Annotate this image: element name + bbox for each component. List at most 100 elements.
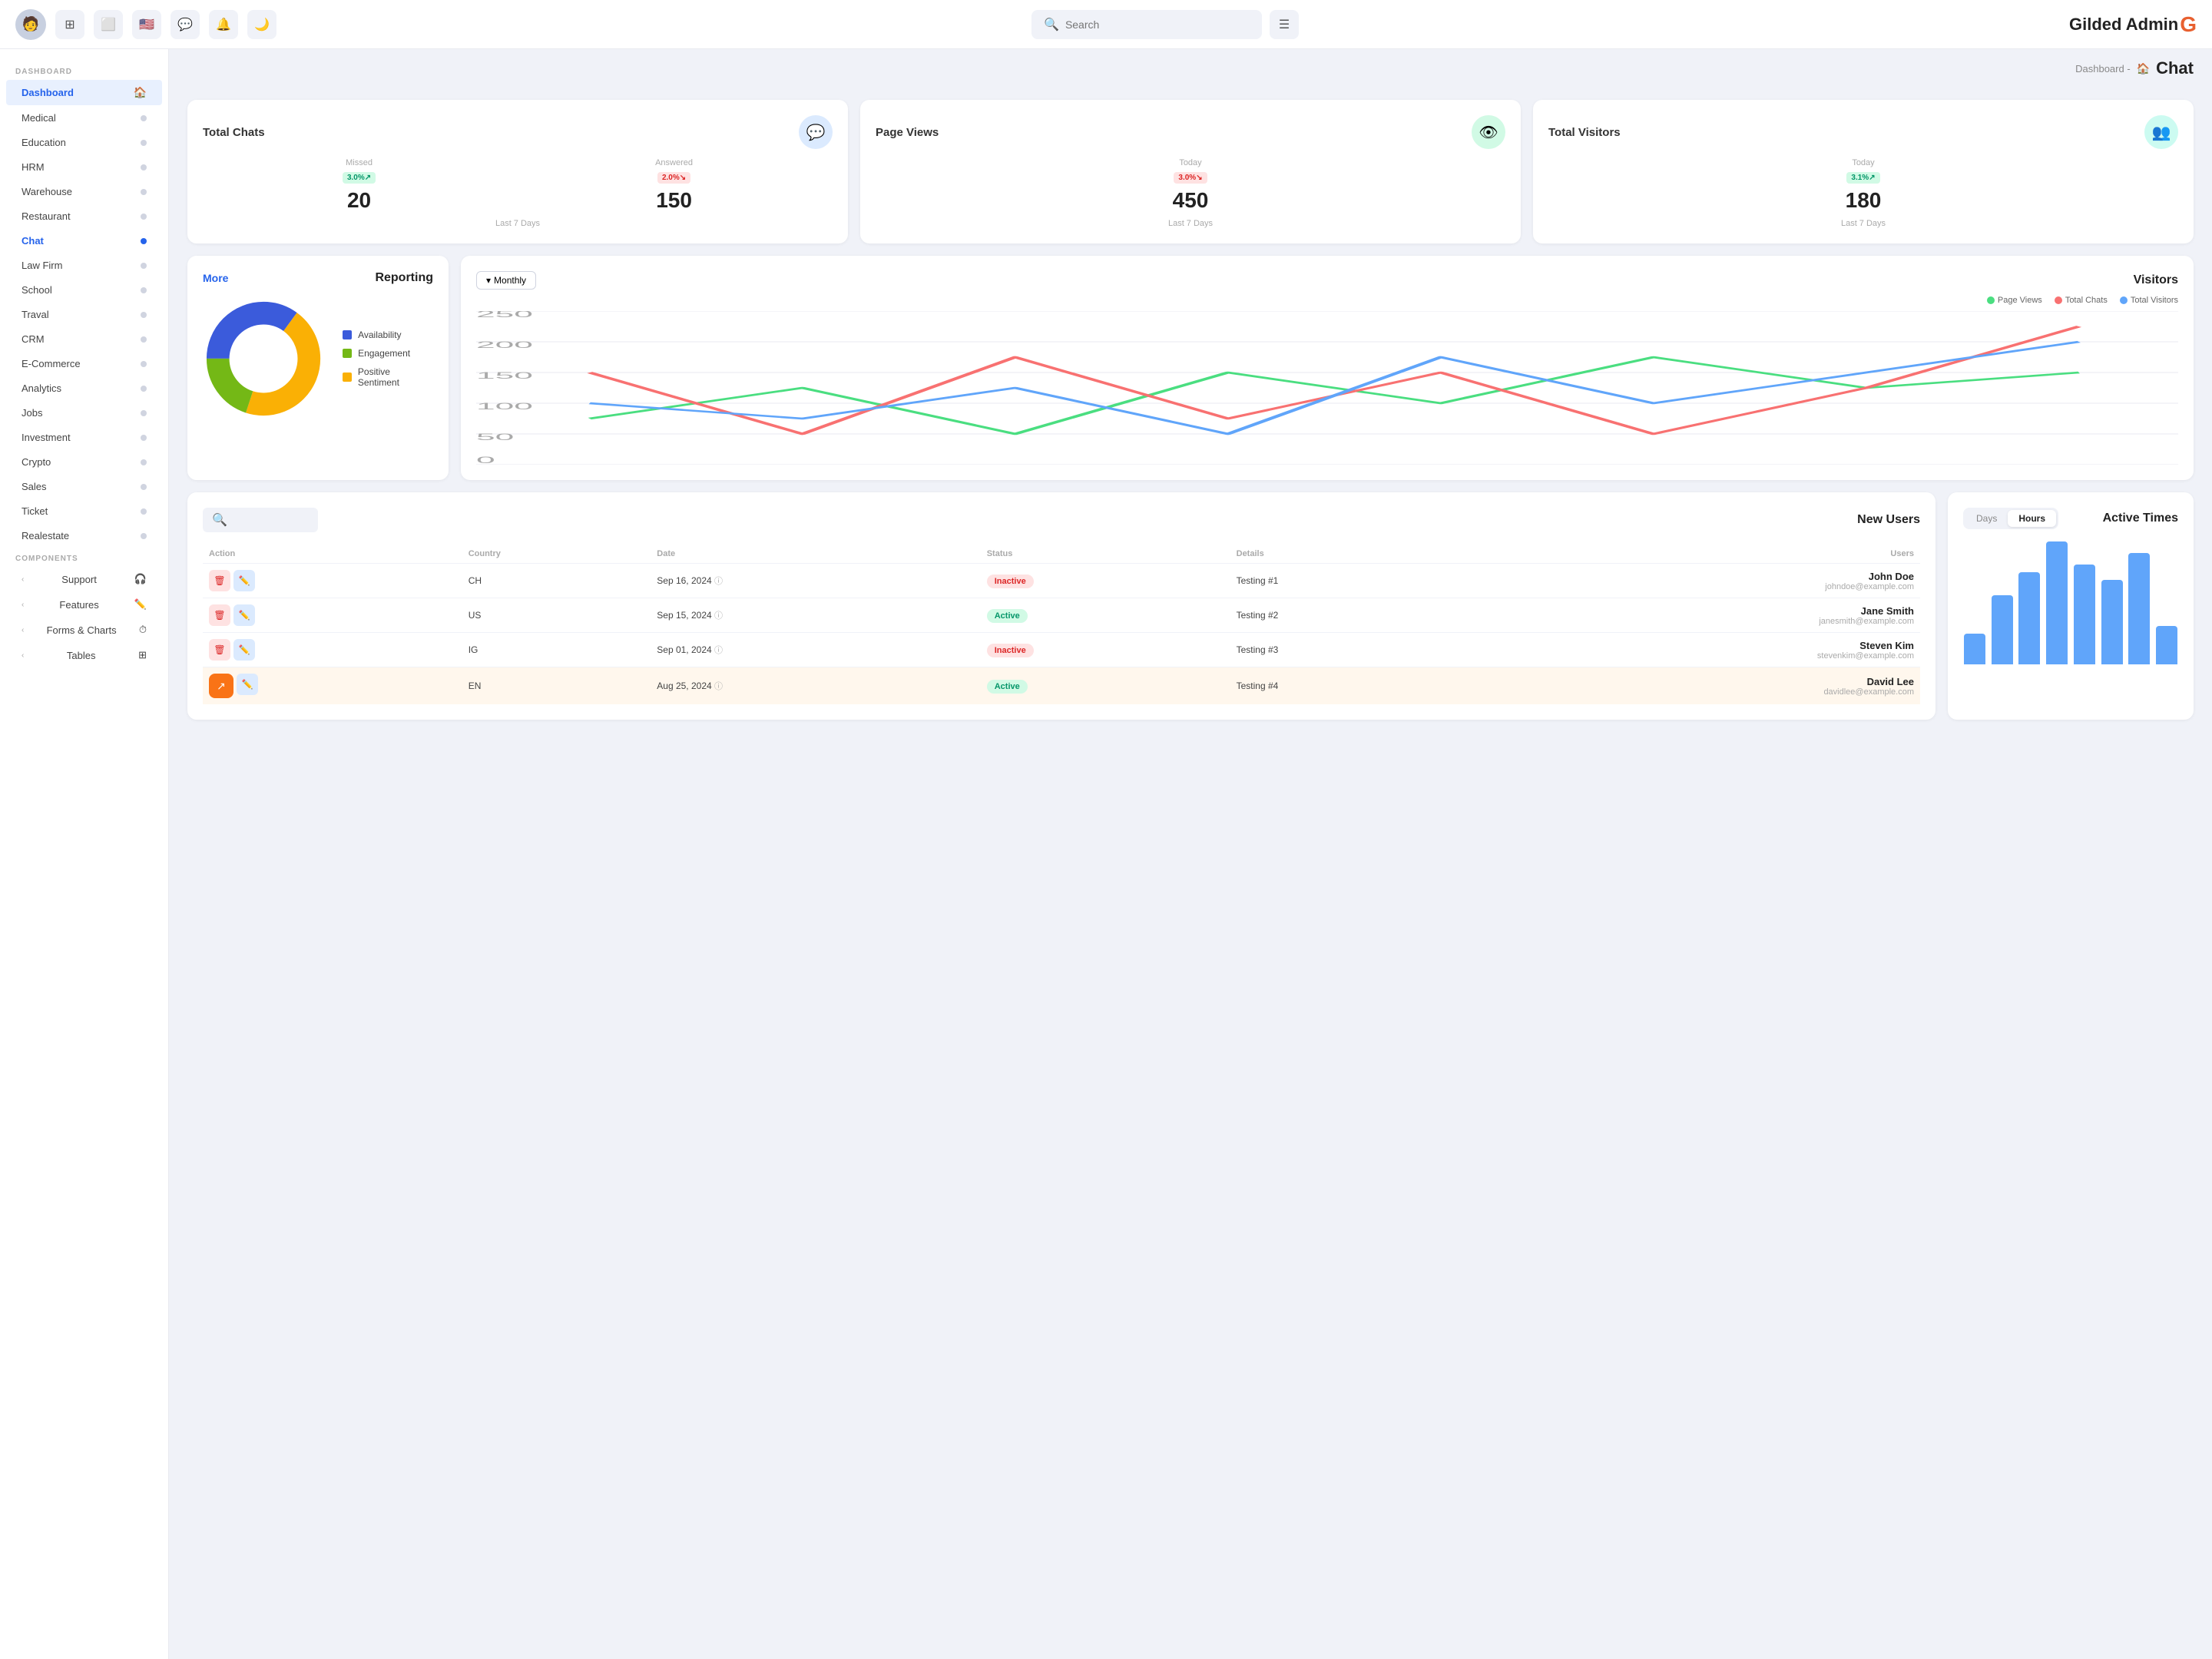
donut-more-label[interactable]: More: [203, 272, 228, 284]
action-cell-3: 🗑 ✏️: [203, 633, 462, 667]
line-chart-svg: 250 200 150 100 50 0 Feb: [476, 311, 2178, 465]
bar-col-8: [2156, 626, 2177, 664]
sidebar-label-ticket: Ticket: [22, 505, 48, 517]
sidebar-section-dashboard: DASHBOARD: [0, 61, 168, 79]
sidebar-label-support: Support: [61, 574, 97, 585]
sidebar-item-features[interactable]: ‹ Features ✏️: [6, 592, 162, 617]
sidebar-label-chat: Chat: [22, 235, 44, 247]
sidebar-dot-school: [141, 287, 147, 293]
chat-icon-btn[interactable]: 💬: [171, 10, 200, 39]
sidebar-item-chat[interactable]: Chat: [6, 229, 162, 253]
sidebar-item-crm[interactable]: CRM: [6, 327, 162, 351]
sidebar-dot-crypto: [141, 459, 147, 465]
sidebar-label-crypto: Crypto: [22, 456, 51, 468]
table-search-input[interactable]: [232, 515, 309, 525]
sidebar-item-ticket[interactable]: Ticket: [6, 499, 162, 523]
donut-reporting-label: Reporting: [375, 271, 433, 285]
clock-icon: ⏱: [139, 624, 147, 636]
stat-title-pageviews: Page Views: [876, 126, 939, 139]
stat-answered-label: Answered: [655, 158, 693, 167]
stat-card-header-chats: Total Chats 💬: [203, 115, 833, 149]
headset-icon: 🎧: [134, 573, 147, 585]
table-header-row: Action Country Date Status Details Users: [203, 545, 1920, 564]
sidebar-item-traval[interactable]: Traval: [6, 303, 162, 326]
moon-icon-btn[interactable]: 🌙: [247, 10, 276, 39]
monthly-dropdown[interactable]: ▾ Monthly: [476, 271, 536, 290]
sidebar-label-hrm: HRM: [22, 161, 45, 173]
flag-icon-btn[interactable]: 🇺🇸: [132, 10, 161, 39]
stat-today-label-pv: Today: [1179, 158, 1201, 167]
user-cell-1: John Doe johndoe@example.com: [1459, 564, 1920, 598]
sidebar-item-warehouse[interactable]: Warehouse: [6, 180, 162, 204]
user-email-3: stevenkim@example.com: [1465, 651, 1914, 661]
stat-pv-value: 450: [1173, 188, 1209, 213]
sidebar-item-jobs[interactable]: Jobs: [6, 401, 162, 425]
user-email-2: janesmith@example.com: [1465, 617, 1914, 626]
stat-col-visitors-today: Today 3.1%↗ 180: [1846, 158, 1882, 213]
delete-btn-1[interactable]: 🗑: [209, 570, 230, 591]
sidebar-item-realestate[interactable]: Realestate: [6, 524, 162, 548]
edit-btn-2[interactable]: ✏️: [233, 604, 255, 626]
user-name-4: David Lee: [1465, 676, 1914, 687]
svg-text:200: 200: [476, 339, 533, 349]
grid-icon-btn[interactable]: ⊞: [55, 10, 84, 39]
sidebar-dot-sales: [141, 484, 147, 490]
sidebar-label-medical: Medical: [22, 112, 56, 124]
availability-dot: [343, 330, 352, 339]
sidebar-item-support[interactable]: ‹ Support 🎧: [6, 567, 162, 591]
sidebar-item-sales[interactable]: Sales: [6, 475, 162, 498]
sidebar-item-lawfirm[interactable]: Law Firm: [6, 253, 162, 277]
sidebar-item-hrm[interactable]: HRM: [6, 155, 162, 179]
line-chart-card: ▾ Monthly Visitors Page Views Total Chat…: [461, 256, 2194, 480]
stat-pv-badge: 3.0%↘: [1174, 172, 1207, 184]
edit-icon: ✏️: [134, 598, 147, 611]
action-cell-4: ↗ ✏️: [203, 667, 462, 705]
edit-btn-4[interactable]: ✏️: [237, 674, 258, 695]
date-cell-4: Aug 25, 2024 ⓘ: [651, 667, 980, 705]
toggle-days-btn[interactable]: Days: [1965, 510, 2008, 527]
stat-col-pageviews-today: Today 3.0%↘ 450: [1173, 158, 1209, 213]
user-cell-3: Steven Kim stevenkim@example.com: [1459, 633, 1920, 667]
sidebar-item-school[interactable]: School: [6, 278, 162, 302]
sidebar-item-education[interactable]: Education: [6, 131, 162, 154]
edit-btn-3[interactable]: ✏️: [233, 639, 255, 661]
sidebar-label-features: Features: [59, 599, 98, 611]
sidebar-item-investment[interactable]: Investment: [6, 426, 162, 449]
status-badge-2: Active: [987, 609, 1028, 623]
toggle-hours-btn[interactable]: Hours: [2008, 510, 2056, 527]
main-content: Dashboard - 🏠 Chat Total Chats 💬 Missed …: [169, 49, 2212, 1659]
stat-footer-chats: Last 7 Days: [203, 219, 833, 228]
sidebar-item-crypto[interactable]: Crypto: [6, 450, 162, 474]
donut-body: Availability Engagement Positive Sentime…: [203, 297, 433, 420]
sidebar-item-medical[interactable]: Medical: [6, 106, 162, 130]
sidebar-item-ecommerce[interactable]: E-Commerce: [6, 352, 162, 376]
engagement-dot: [343, 349, 352, 358]
bell-icon-btn[interactable]: 🔔: [209, 10, 238, 39]
sidebar-dot-restaurant: [141, 214, 147, 220]
crop-icon-btn[interactable]: ⬜: [94, 10, 123, 39]
stat-answered-badge: 2.0%↘: [657, 172, 690, 184]
sidebar-label-realestate: Realestate: [22, 530, 69, 541]
table-search: 🔍: [203, 508, 318, 532]
sidebar-item-forms-charts[interactable]: ‹ Forms & Charts ⏱: [6, 618, 162, 642]
avatar[interactable]: 🧑: [15, 9, 46, 40]
table-row: 🗑 ✏️ IG Sep 01, 2024 ⓘ Inactive Testing …: [203, 633, 1920, 667]
stat-icon-chats: 💬: [799, 115, 833, 149]
donut-card: More Reporting: [187, 256, 449, 480]
sidebar-item-dashboard[interactable]: Dashboard 🏠: [6, 80, 162, 105]
sidebar-section-components: COMPONENTS: [0, 548, 168, 566]
svg-text:0: 0: [476, 455, 495, 465]
sidebar-item-tables[interactable]: ‹ Tables ⊞: [6, 643, 162, 667]
chart-legend: Page Views Total Chats Total Visitors: [476, 296, 2178, 305]
search-input[interactable]: [1065, 18, 1250, 31]
edit-btn-1[interactable]: ✏️: [233, 570, 255, 591]
stat-icon-visitors: 👥: [2144, 115, 2178, 149]
dropdown-arrow: ▾: [486, 275, 491, 286]
status-badge-1: Inactive: [987, 575, 1034, 588]
sidebar-item-restaurant[interactable]: Restaurant: [6, 204, 162, 228]
hamburger-btn[interactable]: ☰: [1270, 10, 1299, 39]
delete-btn-2[interactable]: 🗑: [209, 604, 230, 626]
sidebar-item-analytics[interactable]: Analytics: [6, 376, 162, 400]
details-cell-3: Testing #3: [1230, 633, 1459, 667]
delete-btn-3[interactable]: 🗑: [209, 639, 230, 661]
